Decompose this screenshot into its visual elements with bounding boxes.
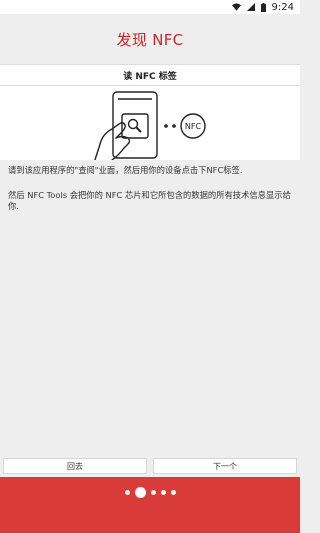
nfc-badge-label: NFC <box>185 122 202 131</box>
header: 发现 NFC <box>0 14 300 64</box>
section-title: 读 NFC 标签 <box>123 71 177 82</box>
signal-icon <box>246 3 255 11</box>
page-dot-active[interactable] <box>134 487 146 498</box>
phone-icon <box>112 91 158 159</box>
status-bar: 9:24 <box>0 0 300 14</box>
instruction-paragraph-1: 请到该应用程序的"查阅"业面，然后用你的设备点击下NFC标签. <box>8 165 243 175</box>
next-button[interactable]: 下一个 <box>153 458 297 474</box>
page-dot[interactable] <box>160 490 166 495</box>
hand-icon <box>94 122 131 161</box>
section-header: 读 NFC 标签 <box>0 64 300 86</box>
footer-buttons: 回去 下一个 <box>0 456 300 476</box>
connection-dot <box>172 124 176 128</box>
magnifier-icon <box>121 113 149 139</box>
phone-tap-illustration: NFC <box>94 91 206 161</box>
content-area: 请到该应用程序的"查阅"业面，然后用你的设备点击下NFC标签. 然后 NFC T… <box>0 160 300 456</box>
instruction-paragraph-2: 然后 NFC Tools 会把你的 NFC 芯片和它所包含的数据的所有技术信息显… <box>8 190 291 211</box>
back-button[interactable]: 回去 <box>3 458 147 474</box>
battery-icon <box>260 2 266 12</box>
page-dot[interactable] <box>170 490 176 495</box>
page-indicator <box>0 487 300 498</box>
wifi-icon <box>231 3 241 11</box>
page-dot[interactable] <box>150 490 156 495</box>
connection-dot <box>164 124 168 128</box>
illustration: NFC <box>0 86 300 161</box>
page-title: 发现 NFC <box>116 30 184 49</box>
page-dot[interactable] <box>124 490 130 495</box>
bottom-bar <box>0 477 300 533</box>
status-time: 9:24 <box>271 1 294 13</box>
